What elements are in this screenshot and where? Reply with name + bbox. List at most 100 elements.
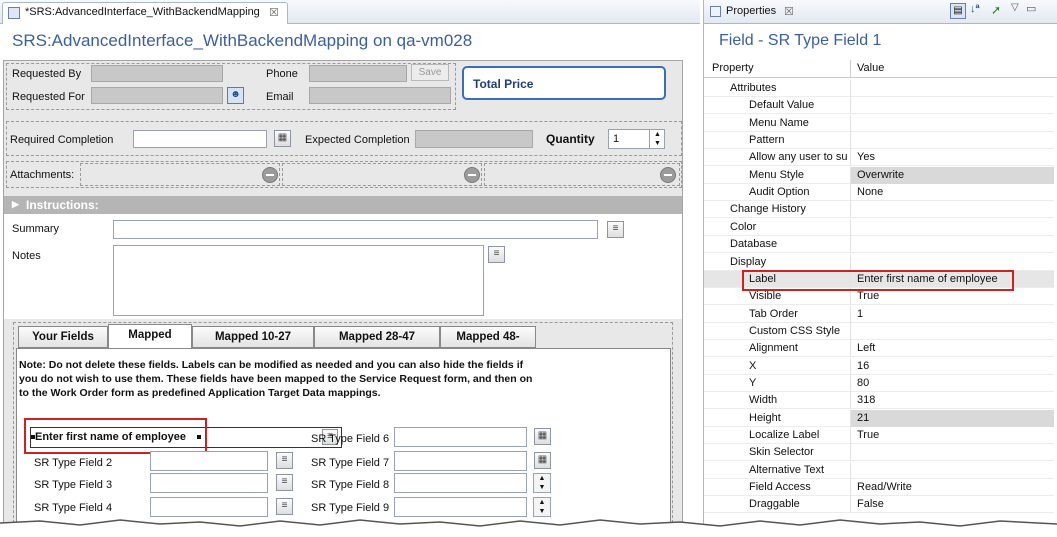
calendar-icon[interactable]: ▦ [534, 452, 551, 469]
property-row[interactable]: Skin Selector [704, 444, 1054, 462]
tab-mapped[interactable]: Mapped [108, 324, 192, 349]
tab-mapped-48[interactable]: Mapped 48- [440, 326, 536, 348]
close-icon[interactable]: ☒ [784, 5, 794, 18]
property-value[interactable]: 16 [851, 358, 1054, 375]
tab-your-fields[interactable]: Your Fields [18, 326, 108, 348]
remove-attachment-icon[interactable] [660, 167, 676, 183]
property-row[interactable]: Alignment Left [704, 340, 1054, 358]
people-lookup-icon[interactable]: ☻ [227, 87, 244, 104]
property-value[interactable]: None [851, 184, 1054, 201]
property-row[interactable]: Database [704, 236, 1054, 254]
property-row[interactable]: Width 318 [704, 392, 1054, 410]
requested-by-field[interactable] [91, 65, 223, 82]
property-row[interactable]: Menu Style Overwrite [704, 166, 1054, 184]
email-field[interactable] [309, 87, 451, 104]
calendar-icon[interactable]: ▦ [534, 428, 551, 445]
collapse-triangle-icon[interactable]: ▶ [12, 199, 19, 210]
expected-completion-field[interactable] [415, 130, 533, 148]
remove-attachment-icon[interactable] [464, 167, 480, 183]
property-row[interactable]: Change History [704, 201, 1054, 219]
property-row[interactable]: Y 80 [704, 374, 1054, 392]
property-row[interactable]: Attributes [704, 80, 1054, 97]
property-value[interactable] [851, 444, 1054, 461]
property-row[interactable]: Menu Name [704, 114, 1054, 132]
property-row[interactable]: Custom CSS Style [704, 322, 1054, 340]
property-row[interactable]: Alternative Text [704, 461, 1054, 479]
right-field-input[interactable] [394, 497, 527, 517]
minimize-icon[interactable]: ▭ [1026, 2, 1036, 15]
property-value[interactable]: 21 [851, 409, 1054, 427]
remove-attachment-icon[interactable] [262, 167, 278, 183]
tab-mapped-10-27[interactable]: Mapped 10-27 [192, 326, 314, 348]
property-value[interactable]: 80 [851, 375, 1054, 392]
attachment-slot-3[interactable] [484, 163, 680, 186]
properties-tab-title[interactable]: Properties [726, 5, 776, 17]
view-menu-icon[interactable]: ▽ [1011, 2, 1019, 13]
property-row[interactable]: X 16 [704, 357, 1054, 375]
save-button[interactable]: Save [411, 64, 449, 81]
attachment-slot-1[interactable] [80, 163, 280, 186]
property-row[interactable]: Default Value [704, 97, 1054, 115]
property-value[interactable]: True [851, 427, 1054, 444]
property-value[interactable] [851, 80, 1054, 97]
notes-expand-icon[interactable]: ≡ [488, 246, 505, 263]
property-value[interactable]: Yes [851, 149, 1054, 166]
property-value[interactable]: False [851, 496, 1054, 513]
summary-label: Summary [12, 223, 60, 235]
property-row[interactable]: Pattern [704, 132, 1054, 150]
property-value[interactable]: 318 [851, 392, 1054, 409]
phone-field[interactable] [309, 65, 407, 82]
summary-expand-icon[interactable]: ≡ [607, 221, 624, 238]
close-icon[interactable]: ☒ [269, 6, 279, 19]
property-value[interactable] [851, 132, 1054, 149]
summary-field[interactable] [113, 220, 598, 239]
property-row[interactable]: Tab Order 1 [704, 305, 1054, 323]
left-field-input[interactable] [150, 473, 268, 493]
menu-icon[interactable]: ≡ [276, 498, 293, 515]
requested-for-field[interactable] [91, 87, 223, 104]
right-field-input[interactable] [394, 473, 527, 493]
right-field-input[interactable] [394, 451, 527, 471]
property-value[interactable] [851, 219, 1054, 236]
right-field-input[interactable] [394, 427, 527, 447]
stepper-down-icon[interactable]: ▼ [649, 139, 665, 148]
property-row[interactable]: Draggable False [704, 496, 1054, 514]
sort-icon[interactable]: ↓ª [970, 3, 980, 15]
property-row[interactable]: Field Access Read/Write [704, 479, 1054, 497]
editor-tab-bar: *SRS:AdvancedInterface_WithBackendMappin… [0, 0, 700, 24]
property-value[interactable]: Left [851, 340, 1054, 357]
property-row[interactable]: Display [704, 253, 1054, 271]
left-field-input[interactable] [150, 497, 268, 517]
property-row[interactable]: Allow any user to su Yes [704, 149, 1054, 167]
calendar-icon[interactable]: ▦ [274, 130, 291, 147]
instructions-section-header[interactable]: ▶ Instructions: [4, 196, 682, 214]
property-value[interactable]: 1 [851, 306, 1054, 323]
property-value[interactable] [851, 201, 1054, 218]
left-field-input[interactable] [150, 451, 268, 471]
editor-tab[interactable]: *SRS:AdvancedInterface_WithBackendMappin… [2, 2, 288, 24]
stepper-icon[interactable]: ▲ ▼ [533, 497, 551, 517]
stepper-up-icon[interactable]: ▲ [649, 130, 665, 139]
menu-icon[interactable]: ≡ [276, 452, 293, 469]
tab-mapped-28-47[interactable]: Mapped 28-47 [314, 326, 440, 348]
property-value[interactable] [851, 97, 1054, 114]
notes-field[interactable] [113, 245, 484, 316]
property-value[interactable] [851, 323, 1054, 340]
property-row[interactable]: Audit Option None [704, 184, 1054, 202]
property-row[interactable]: Color [704, 218, 1054, 236]
menu-icon[interactable]: ≡ [276, 474, 293, 491]
required-completion-field[interactable] [133, 130, 267, 148]
property-row[interactable]: Height 21 [704, 409, 1054, 427]
categories-icon[interactable]: ▤ [950, 3, 966, 19]
quantity-stepper[interactable]: 1 ▲ ▼ [608, 129, 665, 149]
pin-icon[interactable]: ➚ [991, 3, 1001, 17]
property-value[interactable] [851, 254, 1054, 271]
property-value[interactable]: Read/Write [851, 479, 1054, 496]
property-value[interactable] [851, 115, 1054, 132]
property-value[interactable] [851, 462, 1054, 479]
property-value[interactable] [851, 236, 1054, 253]
attachment-slot-2[interactable] [282, 163, 482, 186]
property-value[interactable]: Overwrite [851, 166, 1054, 184]
property-row[interactable]: Localize Label True [704, 427, 1054, 444]
stepper-icon[interactable]: ▲ ▼ [533, 473, 551, 493]
